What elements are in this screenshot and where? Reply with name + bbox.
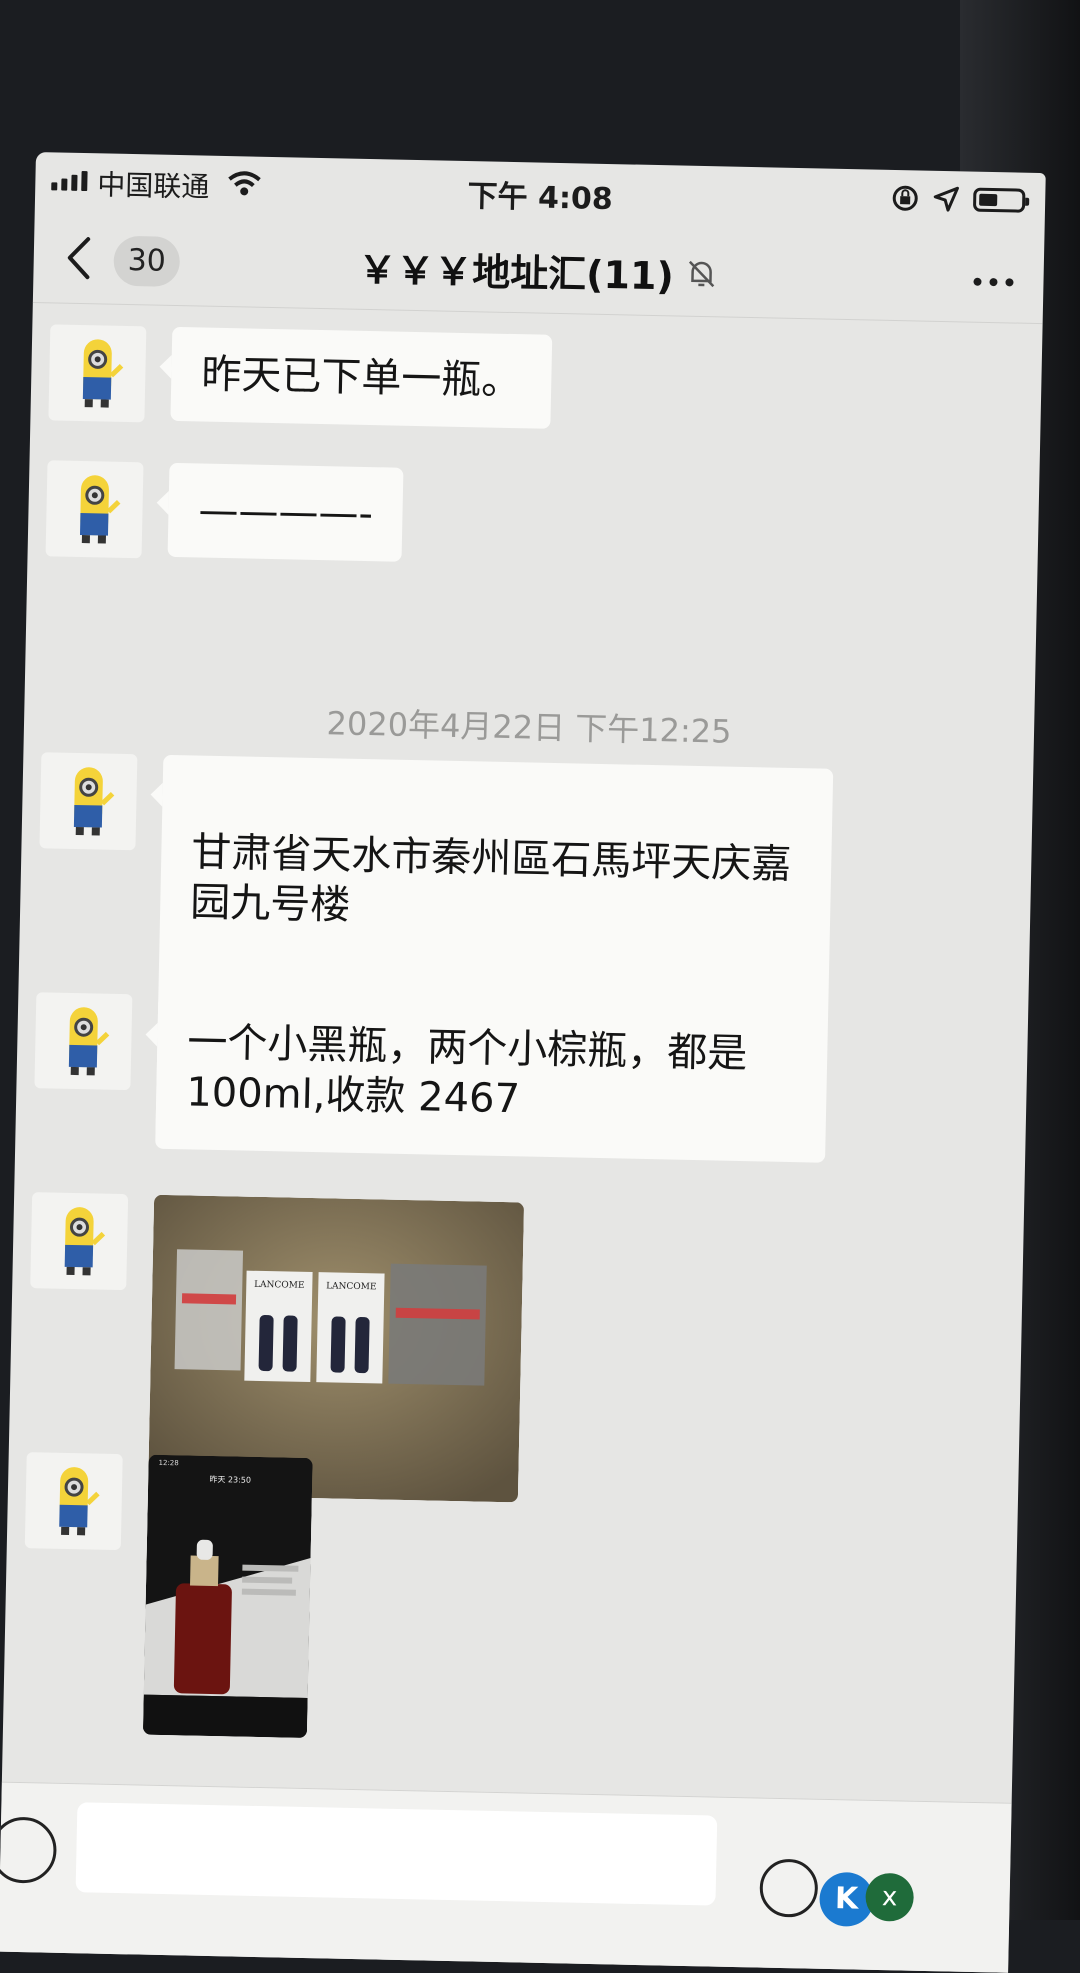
message-bubble[interactable]: 昨天已下单一瓶。 xyxy=(170,326,553,429)
screenshot-photo[interactable]: 12:28 昨天 23:50 xyxy=(142,1454,313,1739)
message-row: ————- xyxy=(45,460,404,563)
location-icon xyxy=(933,186,959,212)
voice-input-icon[interactable] xyxy=(0,1816,58,1884)
order-bubble[interactable]: 一个小黑瓶，两个小棕瓶，都是 100ml,收款 2467 xyxy=(155,994,779,1152)
message-row: 昨天已下单一瓶。 xyxy=(48,324,553,430)
message-input[interactable] xyxy=(75,1802,718,1906)
chat-title: ￥￥￥地址汇(11) xyxy=(357,247,675,299)
emoji-icon[interactable] xyxy=(759,1858,819,1918)
status-indicators xyxy=(891,184,1026,215)
minion-avatar[interactable] xyxy=(24,1452,123,1551)
minion-icon xyxy=(59,1467,100,1536)
brand-label: LANCOME xyxy=(326,1281,377,1292)
minion-icon xyxy=(73,767,115,836)
chat-input-bar: K x xyxy=(0,1781,1012,1973)
mini-clock: 12:28 xyxy=(158,1459,178,1467)
address-text: 甘肃省天水市秦州區石馬坪天庆嘉 园九号楼 xyxy=(189,829,792,929)
message-row: 12:28 昨天 23:50 xyxy=(21,1452,313,1739)
phone-screen: 中国联通 下午 4:08 30 ￥￥￥地址汇(11) 昨天已下单一瓶。 ————… xyxy=(0,152,1046,1973)
mini-header: 昨天 23:50 xyxy=(209,1474,251,1485)
minion-icon xyxy=(79,475,121,544)
message-row: 一个小黑瓶，两个小棕瓶，都是 100ml,收款 2467 xyxy=(33,992,779,1152)
chat-timestamp: 2020年4月22日 下午12:25 xyxy=(326,704,732,751)
minion-avatar[interactable] xyxy=(48,324,147,423)
chat-title-wrap: ￥￥￥地址汇(11) xyxy=(33,232,1044,308)
minion-avatar[interactable] xyxy=(39,752,138,851)
minion-icon xyxy=(82,339,124,408)
message-bubble[interactable]: ————- xyxy=(167,462,404,562)
minion-icon xyxy=(64,1207,106,1276)
brand-label: LANCOME xyxy=(254,1280,305,1291)
minion-avatar[interactable] xyxy=(45,460,144,559)
mute-bell-icon xyxy=(689,260,715,287)
minion-avatar[interactable] xyxy=(30,1192,129,1291)
battery-icon xyxy=(972,187,1026,213)
more-options-button[interactable] xyxy=(973,277,1014,287)
minion-icon xyxy=(68,1007,110,1076)
minion-avatar[interactable] xyxy=(34,992,133,1091)
overlay-app-icon-2[interactable]: x xyxy=(865,1872,915,1922)
rotation-lock-icon xyxy=(892,185,918,211)
